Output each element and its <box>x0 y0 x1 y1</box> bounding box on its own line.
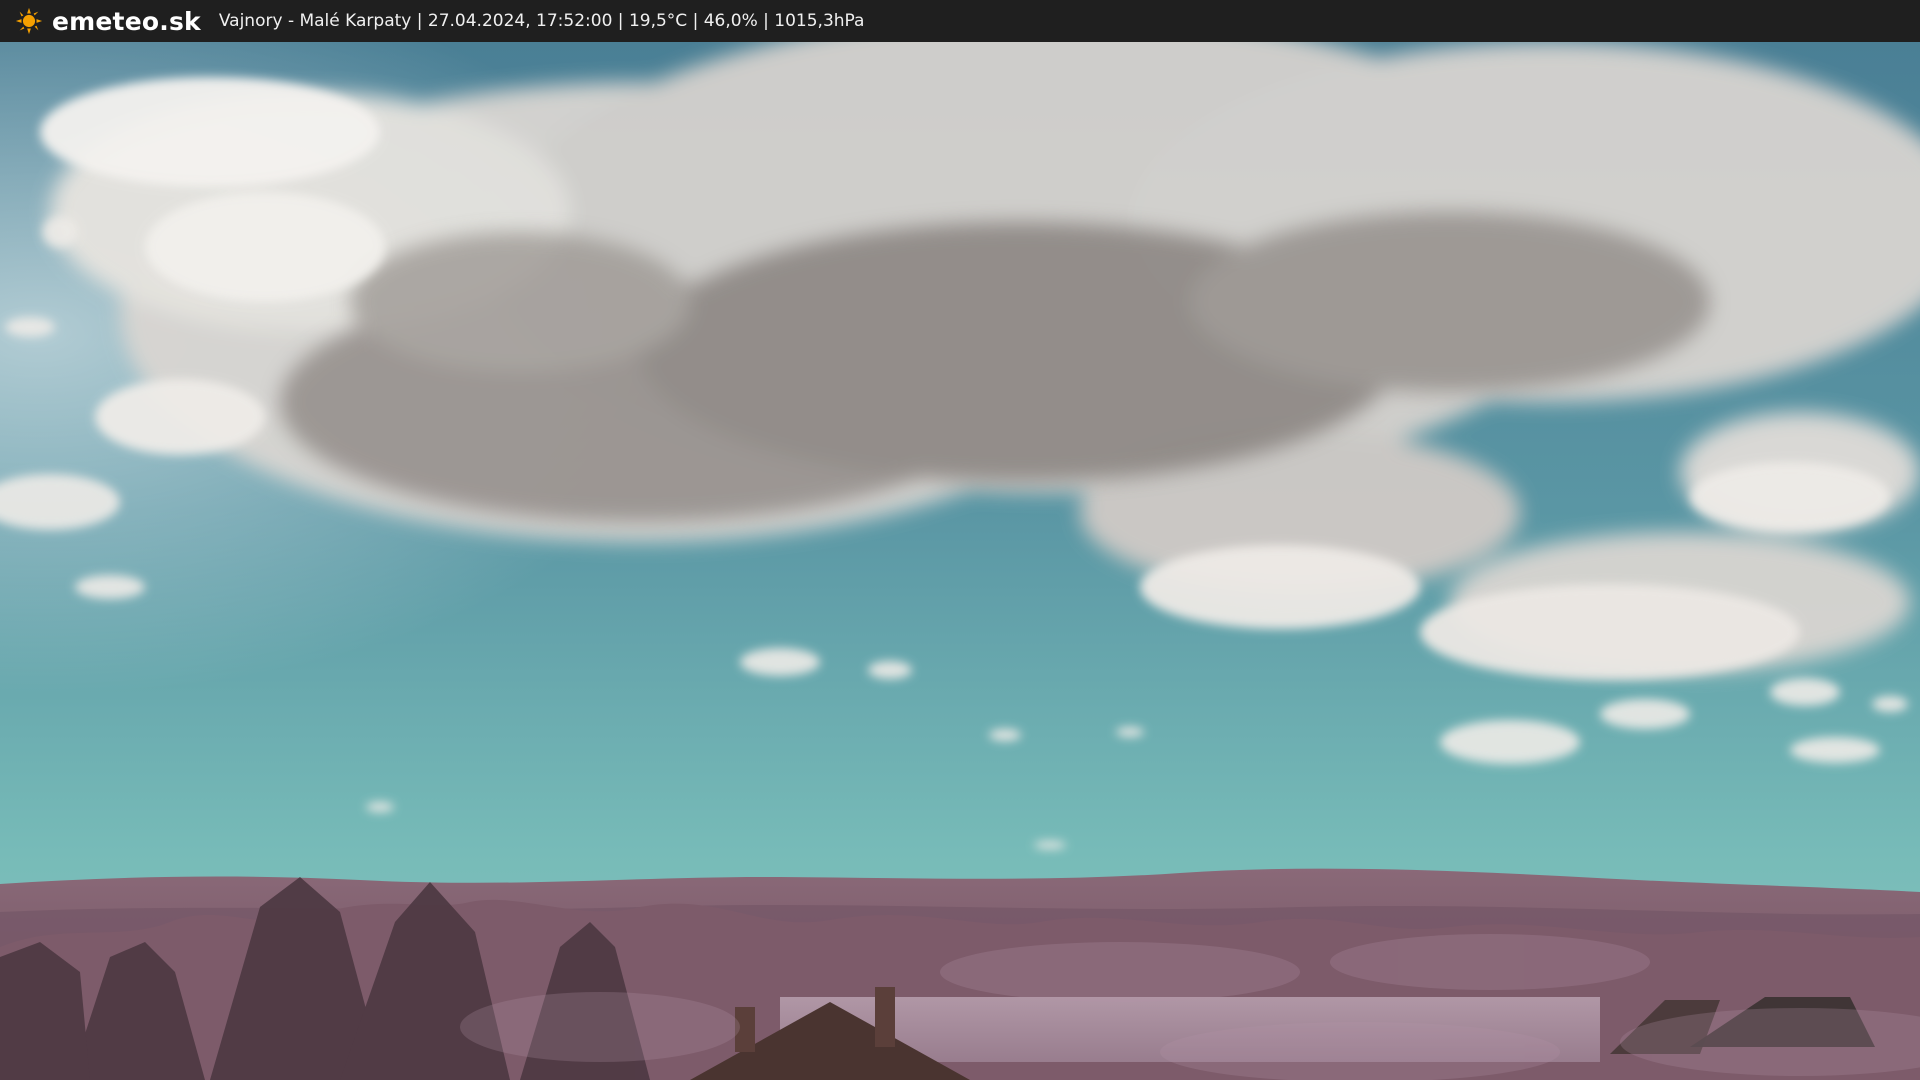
sun-icon <box>14 6 44 36</box>
webcam-image <box>0 42 1920 1080</box>
pressure-text: 1015,3hPa <box>774 11 865 31</box>
separator: | <box>612 11 629 31</box>
top-bar: emeteo.sk Vajnory - Malé Karpaty | 27.04… <box>0 0 1920 42</box>
brand[interactable]: emeteo.sk <box>14 6 201 36</box>
webcam-scene <box>0 42 1920 1080</box>
temperature-text: 19,5°C <box>628 11 688 31</box>
brand-name: emeteo.sk <box>52 6 201 36</box>
humidity-text: 46,0% <box>703 11 758 31</box>
location-text: Vajnory - Malé Karpaty <box>218 11 412 31</box>
separator: | <box>411 11 428 31</box>
separator: | <box>687 11 704 31</box>
separator: | <box>757 11 775 31</box>
station-meta: Vajnory - Malé Karpaty | 27.04.2024, 17:… <box>219 11 865 31</box>
datetime-text: 27.04.2024, 17:52:00 <box>427 11 613 31</box>
